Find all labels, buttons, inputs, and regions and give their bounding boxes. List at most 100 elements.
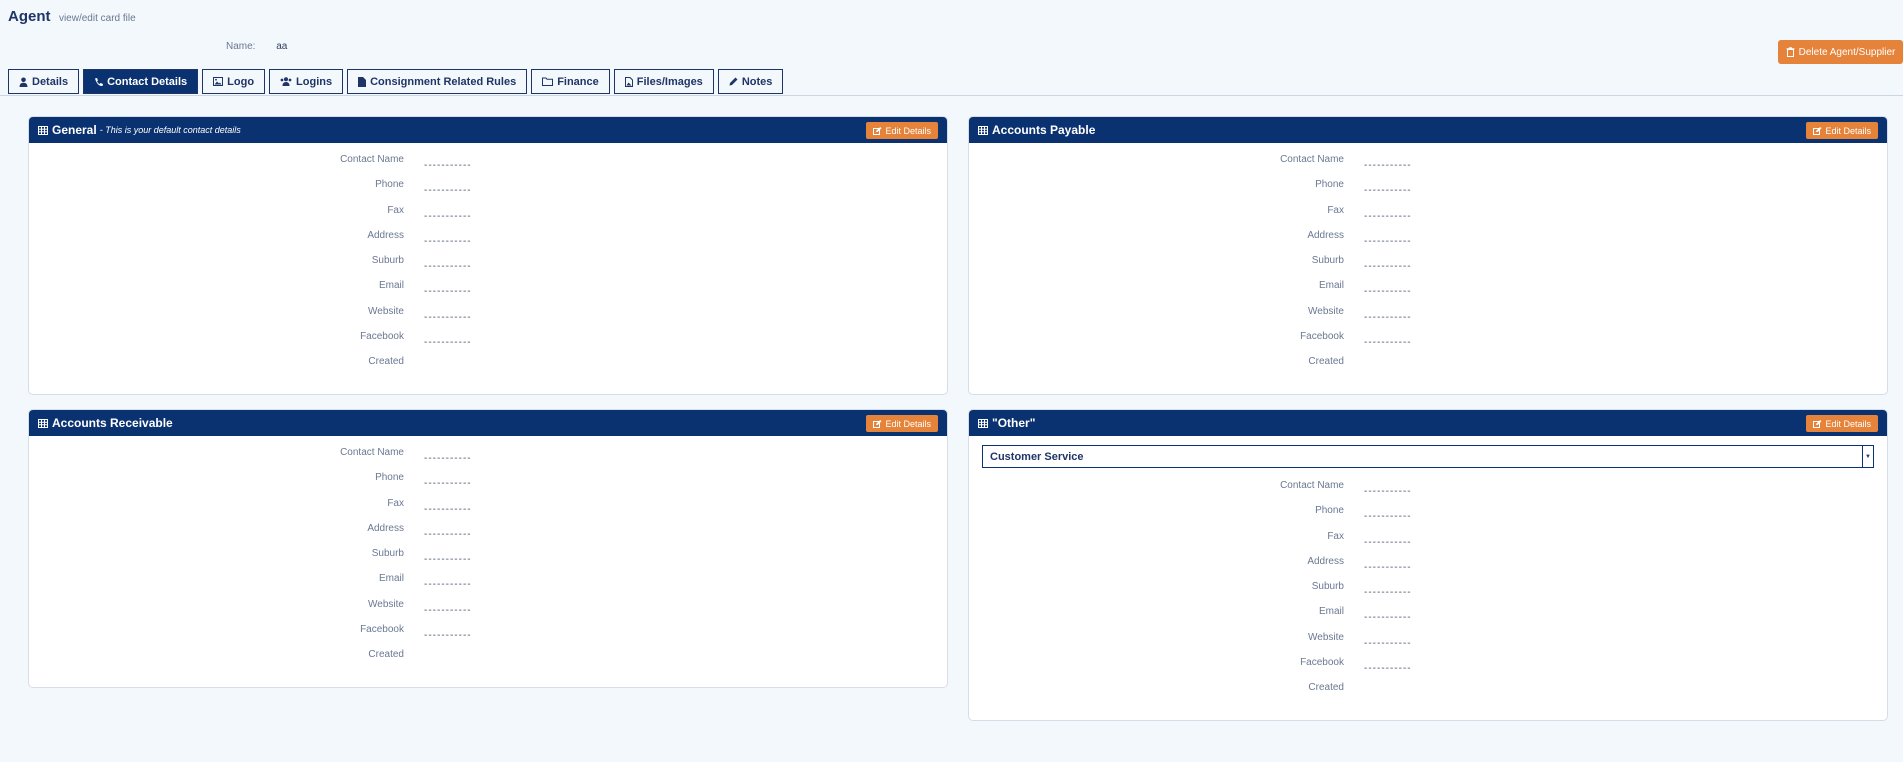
field-value: -----------	[1364, 210, 1412, 222]
field-row-contact-name: Contact Name -----------	[969, 477, 1887, 502]
field-row-address: Address -----------	[29, 520, 947, 545]
tab-finance[interactable]: Finance	[531, 69, 610, 94]
field-row-email: Email -----------	[969, 277, 1887, 302]
field-row-created: Created	[29, 646, 947, 671]
field-label: Website	[1308, 305, 1344, 317]
field-value: -----------	[424, 235, 472, 247]
field-row-contact-name: Contact Name -----------	[969, 151, 1887, 176]
panel-header: Accounts Payable Edit Details	[969, 117, 1887, 143]
field-row-email: Email -----------	[969, 603, 1887, 628]
field-label: Facebook	[360, 624, 404, 636]
field-value: -----------	[424, 528, 472, 540]
tab-label: Notes	[741, 75, 773, 88]
field-label: Created	[1308, 356, 1344, 368]
field-label: Contact Name	[1280, 154, 1344, 165]
table-icon	[38, 125, 48, 135]
field-label: Phone	[1315, 179, 1344, 191]
field-row-website: Website -----------	[29, 596, 947, 621]
field-label: Suburb	[1311, 581, 1344, 593]
field-label: Email	[1318, 606, 1344, 618]
edit-details-button[interactable]: Edit Details	[1806, 122, 1878, 139]
accounts-receivable-panel: Accounts Receivable Edit Details Contact…	[28, 409, 948, 688]
field-value: -----------	[424, 579, 472, 591]
panel-header: Accounts Receivable Edit Details	[29, 410, 947, 436]
phone-icon	[94, 77, 104, 87]
field-value: -----------	[1364, 587, 1412, 599]
field-value: -----------	[424, 478, 472, 490]
field-label: Facebook	[1300, 331, 1344, 343]
field-value: -----------	[424, 337, 472, 349]
field-value: -----------	[1364, 486, 1412, 497]
field-value: -----------	[424, 210, 472, 222]
delete-agent-button[interactable]: Delete Agent/Supplier	[1778, 40, 1903, 64]
caret-down-icon[interactable]: ▼	[1862, 446, 1873, 467]
field-row-phone: Phone -----------	[969, 502, 1887, 527]
field-label: Fax	[387, 204, 404, 216]
table-icon	[978, 125, 988, 135]
name-row: Name: aa	[226, 41, 287, 52]
field-value: -----------	[424, 311, 472, 323]
field-value: -----------	[1364, 160, 1412, 171]
field-label: Fax	[1327, 530, 1344, 542]
page-title: Agent	[8, 8, 51, 25]
edit-details-button[interactable]: Edit Details	[1806, 415, 1878, 432]
edit-details-button[interactable]: Edit Details	[866, 122, 938, 139]
field-row-fax: Fax -----------	[29, 202, 947, 227]
tab-logins[interactable]: Logins	[269, 69, 344, 94]
field-label: Facebook	[1300, 657, 1344, 669]
field-value: -----------	[424, 554, 472, 566]
field-row-created: Created	[969, 353, 1887, 378]
contact-fields: Contact Name ----------- Phone -----------…	[969, 151, 1887, 379]
field-value: -----------	[1364, 561, 1412, 573]
field-label: Contact Name	[340, 154, 404, 165]
tab-details[interactable]: Details	[8, 69, 80, 94]
tab-notes[interactable]: Notes	[717, 69, 784, 94]
file-image-icon	[624, 76, 633, 87]
field-row-address: Address -----------	[969, 553, 1887, 578]
panel-title: Accounts Payable	[992, 123, 1096, 137]
image-icon	[213, 77, 224, 86]
file-icon	[358, 76, 367, 87]
tab-label: Logins	[296, 75, 333, 88]
field-row-facebook: Facebook -----------	[969, 654, 1887, 679]
field-value: -----------	[1364, 536, 1412, 548]
tab-label: Details	[32, 75, 69, 88]
field-value: -----------	[424, 286, 472, 298]
field-label: Address	[1307, 229, 1344, 241]
field-label: Created	[1308, 682, 1344, 694]
field-label: Fax	[387, 497, 404, 509]
field-label: Email	[378, 280, 404, 292]
field-row-website: Website -----------	[29, 303, 947, 328]
tab-consignment-rules[interactable]: Consignment Related Rules	[347, 69, 528, 94]
general-panel: General - This is your default contact d…	[28, 116, 948, 395]
field-label: Email	[1318, 280, 1344, 292]
tab-contact-details[interactable]: Contact Details	[83, 69, 199, 94]
user-icon	[19, 77, 28, 87]
contact-type-select[interactable]: Customer Service ▼	[982, 445, 1874, 468]
field-value: -----------	[424, 261, 472, 273]
field-label: Address	[367, 229, 404, 241]
field-value: -----------	[1364, 511, 1412, 523]
tab-logo[interactable]: Logo	[202, 69, 266, 94]
field-label: Website	[368, 598, 404, 610]
field-row-suburb: Suburb -----------	[969, 578, 1887, 603]
field-value: -----------	[1364, 311, 1412, 323]
field-value: -----------	[1364, 612, 1412, 624]
field-value: -----------	[424, 160, 472, 171]
field-row-suburb: Suburb -----------	[29, 545, 947, 570]
name-label: Name:	[226, 41, 256, 52]
field-row-facebook: Facebook -----------	[29, 621, 947, 646]
tabs-divider	[0, 95, 1903, 96]
tab-label: Finance	[557, 75, 599, 88]
field-row-fax: Fax -----------	[969, 202, 1887, 227]
field-value: -----------	[424, 604, 472, 616]
field-label: Created	[368, 356, 404, 368]
edit-details-button[interactable]: Edit Details	[866, 415, 938, 432]
delete-agent-label: Delete Agent/Supplier	[1798, 46, 1896, 58]
edit-icon	[1813, 419, 1822, 428]
field-value: -----------	[1364, 235, 1412, 247]
tab-files-images[interactable]: Files/Images	[613, 69, 714, 94]
field-row-contact-name: Contact Name -----------	[29, 151, 947, 176]
field-row-created: Created	[29, 353, 947, 378]
edit-icon	[1813, 126, 1822, 135]
